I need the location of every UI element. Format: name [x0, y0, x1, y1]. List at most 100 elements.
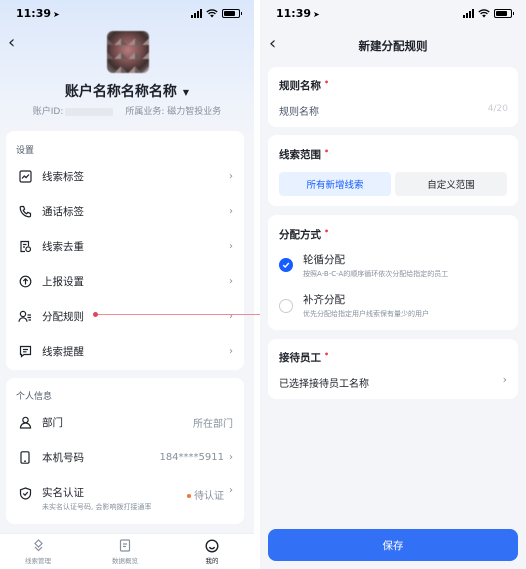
location-arrow-icon: ➤	[53, 10, 60, 19]
back-chevron-icon[interactable]: ‹	[8, 34, 15, 52]
settings-item-assign-rules[interactable]: 分配规则 ›	[6, 299, 244, 334]
verify-status: 待认证	[194, 491, 224, 502]
caret-down-icon: ▼	[182, 87, 190, 97]
account-meta: 账户ID: 所属业务: 磁力智投业务	[0, 104, 254, 117]
settings-item-lead-reminder[interactable]: 线索提醒 ›	[6, 334, 244, 369]
radio-unchecked-icon[interactable]	[279, 299, 293, 313]
settings-item-label: 线索标签	[42, 171, 84, 183]
tab-label: 数据概览	[112, 557, 138, 565]
rule-name-label: 规则名称	[279, 80, 321, 92]
message-icon	[17, 344, 33, 360]
chevron-right-icon: ›	[229, 452, 233, 463]
wifi-icon	[478, 9, 490, 18]
settings-item-lead-dedupe[interactable]: 线索去重 ›	[6, 229, 244, 264]
settings-item-label: 线索提醒	[42, 346, 84, 358]
chevron-right-icon: ›	[229, 311, 233, 322]
lead-scope-card: 线索范围 • 所有新增线索 自定义范围	[268, 135, 518, 206]
chevron-right-icon: ›	[229, 276, 233, 287]
status-time: 11:39	[16, 7, 52, 20]
rule-name-input[interactable]: 规则名称	[279, 103, 319, 118]
lead-scope-label: 线索范围	[279, 149, 321, 161]
department-row[interactable]: 部门 所在部门	[6, 405, 244, 440]
flow-connector-line	[95, 314, 260, 315]
tab-leads[interactable]: 线索管理	[3, 538, 73, 565]
scope-option-custom[interactable]: 自定义范围	[395, 172, 507, 196]
tab-label: 线索管理	[25, 557, 51, 565]
battery-icon	[494, 9, 514, 18]
method-option-desc: 优先分配给指定用户线索保有量少的用户	[303, 310, 429, 318]
smile-icon	[177, 538, 247, 553]
tab-label: 我的	[205, 557, 219, 565]
tab-bar: 线索管理 数据概览 我的	[0, 533, 254, 569]
settings-item-lead-tags[interactable]: 线索标签 ›	[6, 159, 244, 194]
verify-subtext: 未实名认证号码, 会影响拨打接通率	[42, 503, 152, 511]
rule-name-counter: 4/20	[487, 104, 508, 114]
chevron-right-icon: ›	[229, 171, 233, 182]
signal-icon	[191, 9, 202, 18]
save-button[interactable]: 保存	[268, 529, 518, 561]
method-option-title: 轮循分配	[303, 254, 345, 266]
account-id-label: 账户ID:	[32, 107, 64, 117]
settings-card: 设置 线索标签 › 通话标签 › 线索去重 › 上报设置 › 分配规则 › 线索…	[6, 131, 244, 370]
business-label: 所属业务: 磁力智投业务	[125, 107, 222, 117]
staff-card[interactable]: 接待员工 • 已选择接待员工名称 ›	[268, 339, 518, 399]
personal-info-title: 个人信息	[16, 392, 53, 402]
personal-info-card: 个人信息 部门 所在部门 本机号码 184****5911 › 实名认证 未实名…	[6, 378, 244, 524]
flow-connector-dot	[93, 312, 98, 317]
verify-row[interactable]: 实名认证 未实名认证号码, 会影响拨打接通率 待认证 ›	[6, 479, 244, 514]
settings-item-report[interactable]: 上报设置 ›	[6, 264, 244, 299]
phone-value: 184****5911	[159, 452, 224, 463]
account-id-masked	[65, 107, 114, 116]
data-icon	[90, 538, 160, 553]
scope-option-all-new[interactable]: 所有新增线索	[279, 172, 391, 196]
chevron-right-icon: ›	[229, 485, 233, 496]
settings-item-label: 线索去重	[42, 241, 84, 253]
verify-label: 实名认证	[42, 487, 84, 499]
department-value: 所在部门	[193, 419, 233, 430]
status-bar: 11:39 ➤	[260, 0, 526, 28]
method-option-desc: 按照A-B-C-A的顺序循环依次分配给指定的员工	[303, 270, 449, 278]
tag-icon	[17, 169, 33, 185]
location-arrow-icon: ➤	[313, 10, 320, 19]
chevron-right-icon: ›	[229, 206, 233, 217]
required-mark: •	[324, 78, 330, 87]
pending-dot	[187, 494, 191, 498]
battery-icon	[222, 9, 242, 18]
required-mark: •	[324, 147, 330, 156]
tab-data-overview[interactable]: 数据概览	[90, 538, 160, 565]
page-title: 新建分配规则	[358, 39, 428, 53]
department-label: 部门	[42, 417, 63, 429]
account-name: 账户名称名称名称	[64, 84, 177, 100]
user-icon	[17, 415, 33, 431]
assign-user-icon	[17, 309, 33, 325]
rule-name-card: 规则名称 • 规则名称 4/20	[268, 67, 518, 127]
new-rule-screen: 11:39 ➤ ‹ 新建分配规则 规则名称 • 规则名称 4/20 线索范围 • 所有…	[260, 0, 526, 569]
method-option-title: 补齐分配	[303, 294, 345, 306]
wifi-icon	[206, 9, 218, 18]
settings-title: 设置	[16, 146, 35, 156]
required-mark: •	[324, 227, 330, 236]
chevron-right-icon: ›	[229, 346, 233, 357]
dedupe-icon	[17, 239, 33, 255]
avatar[interactable]	[107, 31, 149, 73]
tab-me[interactable]: 我的	[177, 538, 247, 565]
staff-value: 已选择接待员工名称	[279, 379, 369, 390]
leads-icon	[3, 538, 73, 553]
account-switcher[interactable]: 账户名称名称名称 ▼	[0, 81, 254, 101]
phone-icon	[17, 204, 33, 220]
signal-icon	[463, 9, 474, 18]
settings-item-label: 上报设置	[42, 276, 84, 288]
required-mark: •	[324, 350, 330, 359]
settings-item-call-tags[interactable]: 通话标签 ›	[6, 194, 244, 229]
phone-row[interactable]: 本机号码 184****5911 ›	[6, 440, 244, 475]
shield-check-icon	[17, 485, 33, 501]
phone-label: 本机号码	[42, 452, 84, 464]
settings-item-label: 通话标签	[42, 206, 84, 218]
status-bar: 11:39 ➤	[0, 0, 254, 28]
settings-item-label: 分配规则	[42, 311, 84, 323]
mobile-icon	[17, 450, 33, 466]
chevron-right-icon: ›	[502, 373, 507, 386]
radio-checked-icon[interactable]	[279, 258, 293, 272]
chevron-right-icon: ›	[229, 241, 233, 252]
assign-method-label: 分配方式	[279, 229, 321, 241]
